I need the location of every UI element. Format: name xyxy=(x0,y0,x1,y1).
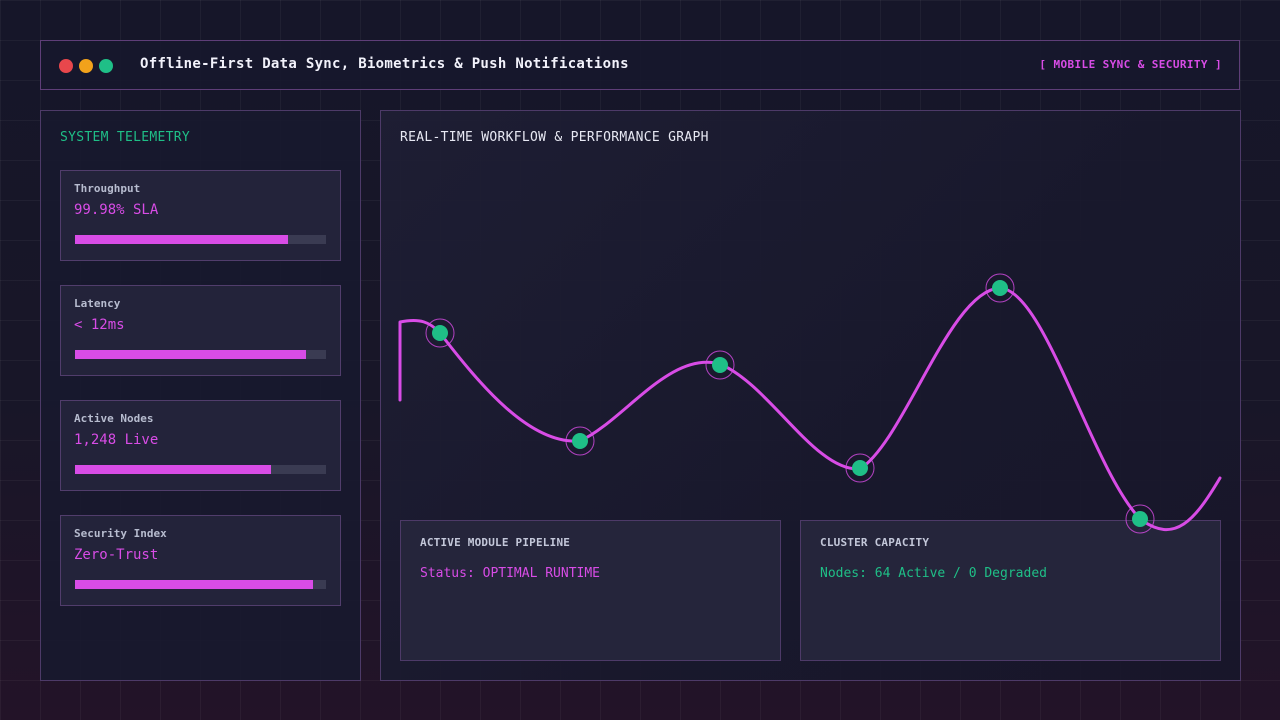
window-title: Offline-First Data Sync, Biometrics & Pu… xyxy=(140,56,629,72)
metric-value: 99.98% SLA xyxy=(74,202,159,218)
metric-label: Security Index xyxy=(74,527,167,540)
minimize-dot-icon[interactable] xyxy=(79,59,93,73)
metric-progress-fill xyxy=(75,235,289,244)
metric-progress-fill xyxy=(75,580,314,589)
metric-value: 1,248 Live xyxy=(74,432,159,448)
metric-card-active-nodes: Active Nodes 1,248 Live xyxy=(60,400,341,491)
telemetry-panel: SYSTEM TELEMETRY Throughput 99.98% SLA L… xyxy=(40,110,361,681)
metric-card-latency: Latency < 12ms xyxy=(60,285,341,376)
metric-label: Active Nodes xyxy=(74,412,154,425)
maximize-dot-icon[interactable] xyxy=(99,59,113,73)
metric-progress-fill xyxy=(75,350,306,359)
metric-progress-bar xyxy=(75,350,326,359)
pipeline-card: ACTIVE MODULE PIPELINE Status: OPTIMAL R… xyxy=(400,520,781,661)
metric-card-security-index: Security Index Zero-Trust xyxy=(60,515,341,606)
metric-label: Latency xyxy=(74,297,121,310)
metric-value: Zero-Trust xyxy=(74,547,159,563)
capacity-title: CLUSTER CAPACITY xyxy=(820,536,930,549)
metric-value: < 12ms xyxy=(74,317,125,333)
metric-label: Throughput xyxy=(74,182,141,195)
telemetry-title: SYSTEM TELEMETRY xyxy=(60,130,191,145)
capacity-card: CLUSTER CAPACITY Nodes: 64 Active / 0 De… xyxy=(800,520,1221,661)
metric-progress-bar xyxy=(75,580,326,589)
metric-progress-bar xyxy=(75,465,326,474)
metric-progress-fill xyxy=(75,465,271,474)
metric-card-throughput: Throughput 99.98% SLA xyxy=(60,170,341,261)
capacity-status: Nodes: 64 Active / 0 Degraded xyxy=(820,566,1047,581)
metric-progress-bar xyxy=(75,235,326,244)
context-tag: [ MOBILE SYNC & SECURITY ] xyxy=(1039,58,1222,71)
pipeline-title: ACTIVE MODULE PIPELINE xyxy=(420,536,571,549)
graph-title: REAL-TIME WORKFLOW & PERFORMANCE GRAPH xyxy=(400,130,709,145)
close-dot-icon[interactable] xyxy=(59,59,73,73)
workflow-graph-panel: REAL-TIME WORKFLOW & PERFORMANCE GRAPH A… xyxy=(380,110,1241,681)
window-titlebar: Offline-First Data Sync, Biometrics & Pu… xyxy=(40,40,1240,90)
pipeline-status: Status: OPTIMAL RUNTIME xyxy=(420,566,601,581)
